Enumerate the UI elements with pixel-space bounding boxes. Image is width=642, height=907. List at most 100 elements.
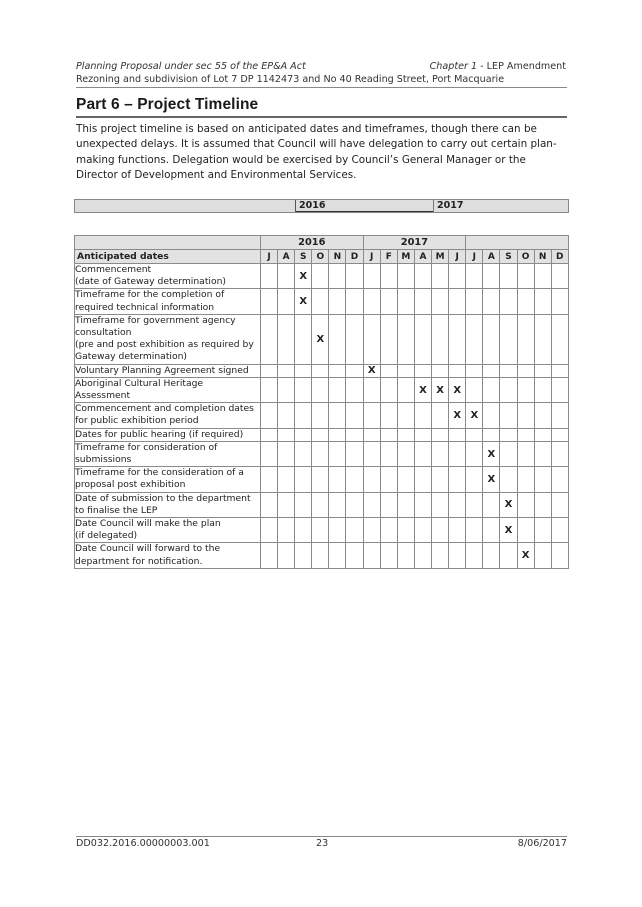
timeline-cell	[533, 427, 552, 442]
timeline-cell	[430, 491, 450, 519]
timeline-row: Voluntary Planning Agreement signed X	[74, 363, 569, 378]
timeline-cell	[362, 288, 381, 315]
timeline-cell	[430, 363, 450, 378]
timeline-cell	[448, 542, 467, 569]
timeline-cell	[259, 288, 279, 315]
timeline-cell	[550, 363, 569, 378]
milestone-label: Timeframe for the completion of required …	[74, 288, 261, 315]
timeline-marker: X	[448, 402, 467, 429]
milestone-label-line: consultation	[75, 327, 132, 339]
timeline-cell	[516, 363, 535, 378]
timeline-cell	[533, 363, 552, 378]
timeline-cell	[499, 363, 518, 378]
milestone-label-line: submissions	[75, 454, 132, 466]
timeline-cell	[499, 542, 518, 569]
timeline-cell	[277, 466, 296, 493]
month-header: S	[294, 249, 313, 264]
timeline-cell	[482, 402, 501, 429]
timeline-marker: X	[362, 363, 381, 378]
timeline-cell	[294, 363, 313, 378]
timeline-cell	[362, 427, 381, 442]
timeline-cell	[499, 313, 518, 365]
timeline-cell	[516, 427, 535, 442]
timeline-cell	[311, 517, 330, 544]
milestone-label-line: proposal post exhibition	[75, 479, 186, 491]
timeline-cell	[465, 542, 484, 569]
timeline-marker: X	[430, 376, 450, 404]
timeline-cell	[259, 542, 279, 569]
timeline-cell	[259, 427, 279, 442]
timeline-cell	[533, 517, 552, 544]
timeline-cell	[362, 376, 381, 404]
month-header: M	[396, 249, 415, 264]
month-header: O	[311, 249, 330, 264]
timeline-cell	[465, 288, 484, 315]
timeline-cell	[413, 402, 433, 429]
timeline-cell	[277, 427, 296, 442]
timeline-cell	[294, 542, 313, 569]
timeline-cell	[396, 427, 415, 442]
timeline-cell	[550, 466, 569, 493]
timeline-cell	[328, 313, 347, 365]
timeline-row: Timeframe for the completion of required …	[74, 288, 569, 315]
timeline-marker: X	[413, 376, 433, 404]
timeline-cell	[516, 517, 535, 544]
timeline-marker: X	[482, 466, 501, 493]
timeline-cell	[482, 542, 501, 569]
timeline-cell	[345, 517, 364, 544]
timeline-cell	[259, 517, 279, 544]
year-group-header: 2016	[260, 235, 364, 250]
header-document-title: Planning Proposal under sec 55 of the EP…	[76, 61, 306, 72]
timeline-cell	[379, 466, 398, 493]
month-header: D	[345, 249, 364, 264]
timeline-cell	[311, 427, 330, 442]
timeline-cell	[345, 402, 364, 429]
timeline-cell	[379, 262, 398, 290]
milestone-label-line: Commencement and completion dates	[75, 403, 254, 415]
timeline-cell	[311, 440, 330, 468]
timeline-cell	[550, 262, 569, 290]
timeline-cell	[362, 542, 381, 569]
milestone-label-line: department for notification.	[75, 555, 203, 567]
milestone-label-line: Aboriginal Cultural Heritage Assessment	[75, 377, 204, 402]
timeline-cell	[311, 376, 330, 404]
timeline-cell	[396, 491, 415, 519]
milestone-label: Date Council will forward to the departme…	[74, 542, 261, 569]
header-subtitle: Rezoning and subdivision of Lot 7 DP 114…	[76, 74, 505, 85]
timeline-cell	[379, 542, 398, 569]
timeline-cell	[482, 262, 501, 290]
timeline-cell	[362, 402, 381, 429]
milestone-label: Voluntary Planning Agreement signed	[74, 363, 261, 378]
timeline-cell	[533, 402, 552, 429]
timeline-cell	[482, 427, 501, 442]
timeline-cell	[277, 440, 296, 468]
timeline-cell	[277, 542, 296, 569]
timeline-cell	[379, 376, 398, 404]
timeline-cell	[345, 440, 364, 468]
timeline-cell	[413, 491, 433, 519]
timeline-cell	[294, 517, 313, 544]
month-header: D	[550, 249, 569, 264]
header-divider	[76, 87, 567, 88]
timeline-cell	[430, 542, 450, 569]
timeline-cell	[465, 376, 484, 404]
timeline-cell	[259, 491, 279, 519]
timeline-cell	[396, 288, 415, 315]
milestone-label-line: Timeframe for the consideration of a	[75, 467, 244, 479]
timeline-marker: X	[311, 313, 330, 365]
anticipated-dates-header: Anticipated dates	[74, 249, 261, 264]
timeline-cell	[328, 288, 347, 315]
timeline-cell	[430, 427, 450, 442]
timeline-cell	[533, 376, 552, 404]
year-summary-bar: 2016 2017	[74, 199, 569, 213]
milestone-label: Timeframe for the consideration of a prop…	[74, 466, 261, 493]
timeline-cell	[277, 313, 296, 365]
timeline-cell	[448, 491, 467, 519]
timeline-cell	[259, 313, 279, 365]
timeline-cell	[396, 466, 415, 493]
timeline-marker: X	[294, 288, 313, 315]
timeline-cell	[448, 440, 467, 468]
timeline-cell	[311, 363, 330, 378]
timeline-cell	[294, 376, 313, 404]
milestone-label-line: Date Council will make the plan	[75, 518, 221, 530]
